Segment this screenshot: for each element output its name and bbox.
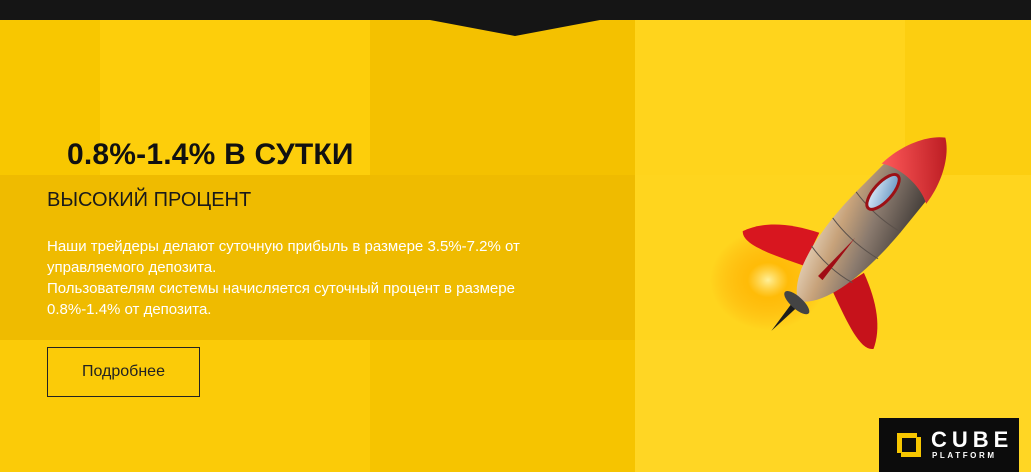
- logo-name: CUBE: [931, 427, 1014, 452]
- description-line: Пользователям системы начисляется суточн…: [47, 280, 515, 318]
- bg-tile: [370, 340, 635, 472]
- promo-banner: 0.8%-1.4% В СУТКИ ВЫСОКИЙ ПРОЦЕНТ Наши т…: [0, 0, 1031, 472]
- subheadline: ВЫСОКИЙ ПРОЦЕНТ: [47, 189, 252, 211]
- corner-bracket-icon: [897, 433, 921, 457]
- more-button[interactable]: Подробнее: [47, 347, 200, 397]
- top-bar: [0, 0, 1031, 36]
- description-line: Наши трейдеры делают суточную прибыль в …: [47, 238, 520, 276]
- rocket-illustration: [710, 137, 947, 349]
- logo-tagline: PLATFORM: [932, 451, 997, 460]
- logo[interactable]: CUBE PLATFORM: [879, 418, 1019, 472]
- headline: 0.8%-1.4% В СУТКИ: [67, 138, 354, 171]
- description: Наши трейдеры делают суточную прибыль в …: [47, 236, 587, 320]
